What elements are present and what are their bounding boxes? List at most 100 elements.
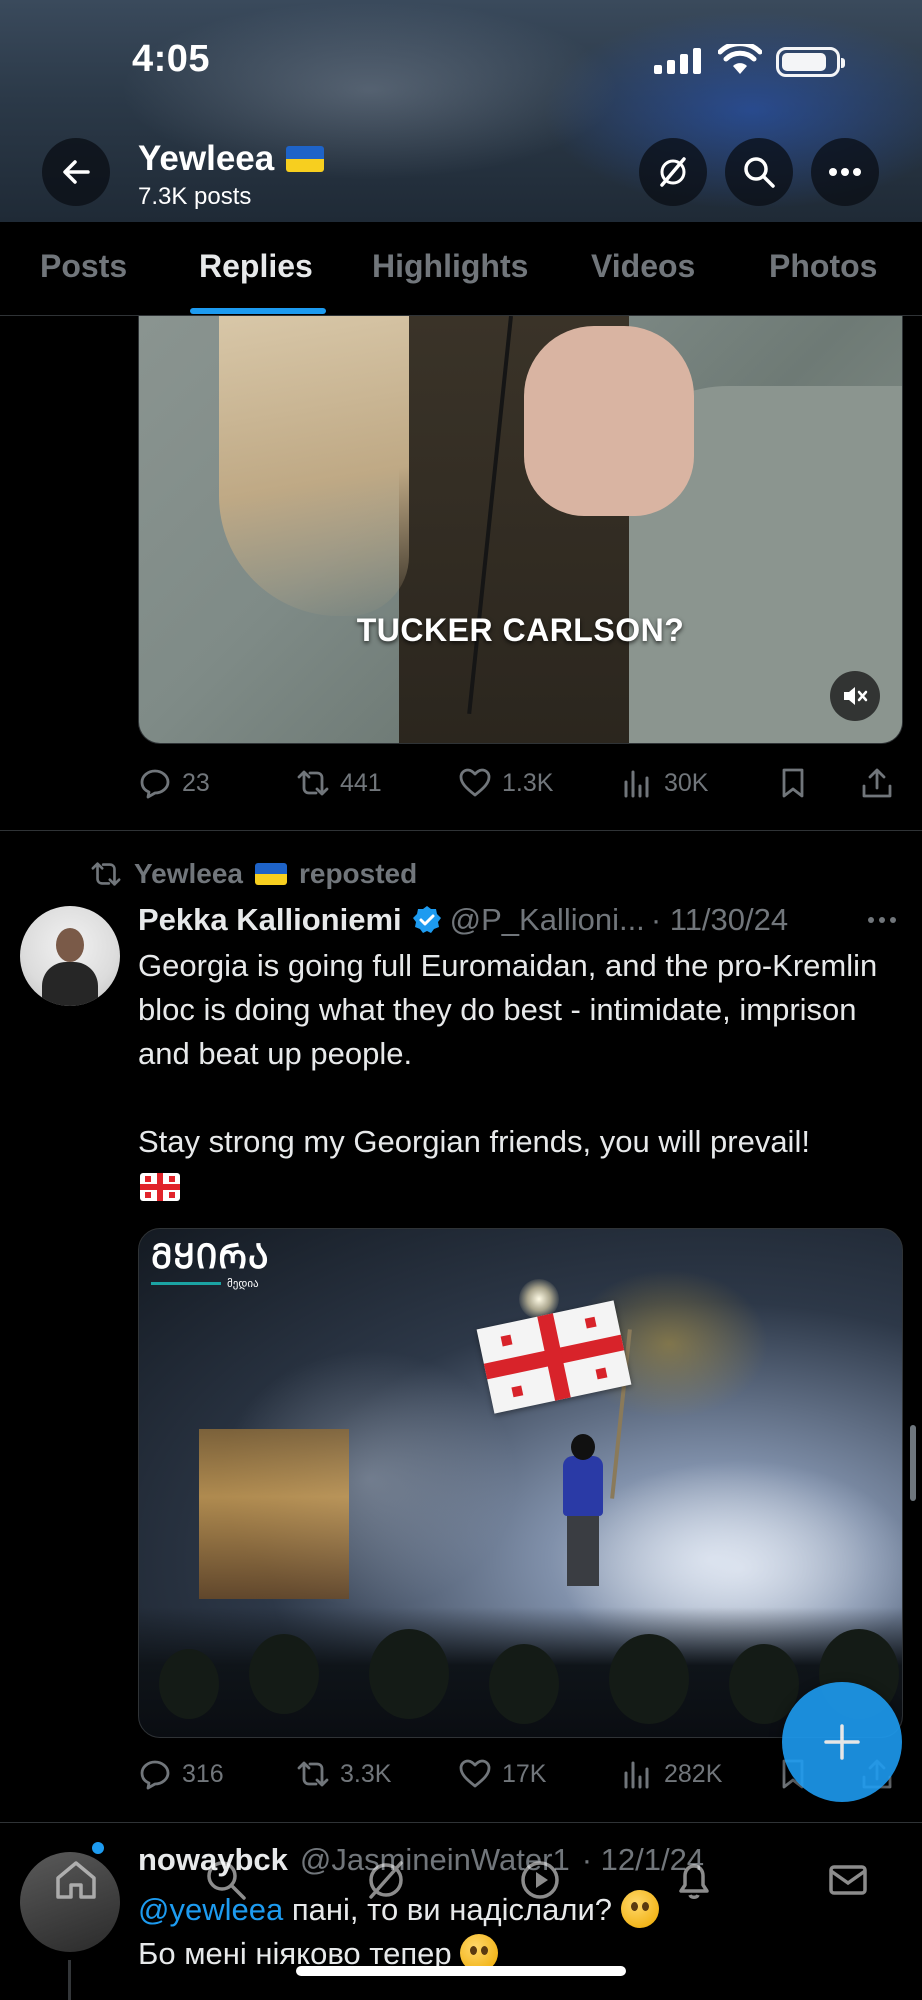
status-time: 4:05 bbox=[132, 38, 211, 80]
repost-icon bbox=[91, 862, 121, 886]
post1-bookmark-button[interactable] bbox=[776, 759, 810, 807]
tab-photos[interactable]: Photos bbox=[769, 248, 877, 285]
profile-posts-count: 7.3K posts bbox=[138, 183, 252, 210]
post2-reply-button[interactable]: 316 bbox=[138, 1750, 224, 1798]
scrollbar[interactable] bbox=[910, 1425, 916, 1501]
nav-home[interactable] bbox=[46, 1850, 106, 1910]
tab-replies[interactable]: Replies bbox=[199, 248, 313, 285]
nav-messages[interactable] bbox=[818, 1850, 878, 1910]
wifi-icon bbox=[718, 44, 762, 74]
post1-views-count: 30K bbox=[664, 768, 709, 797]
post1-reply-count: 23 bbox=[182, 768, 210, 797]
home-indicator bbox=[296, 1966, 626, 1976]
post1-actions: 23 441 1.3K 30K bbox=[138, 759, 903, 807]
post1-repost-button[interactable]: 441 bbox=[296, 759, 382, 807]
post2-reply-count: 316 bbox=[182, 1759, 224, 1788]
post1-like-button[interactable]: 1.3K bbox=[458, 759, 553, 807]
post2-image[interactable]: ᲛᲧᲘᲠᲐ მედია bbox=[138, 1228, 903, 1738]
ukraine-flag-icon bbox=[286, 146, 325, 172]
compose-button[interactable] bbox=[782, 1682, 902, 1802]
repost-indicator[interactable]: Yewleea reposted bbox=[90, 858, 417, 890]
post1-share-button[interactable] bbox=[860, 759, 894, 807]
grok-nav-icon bbox=[369, 1861, 403, 1899]
profile-name-text: Yewleea bbox=[138, 139, 275, 178]
tab-posts[interactable]: Posts bbox=[40, 248, 127, 285]
signal-icon bbox=[654, 48, 701, 74]
nav-grok[interactable] bbox=[356, 1850, 416, 1910]
grok-icon bbox=[660, 157, 686, 187]
explore-icon bbox=[207, 1861, 246, 1900]
post2-handle[interactable]: @P_Kallioni... bbox=[450, 902, 645, 938]
search-button[interactable] bbox=[725, 138, 793, 206]
home-icon bbox=[56, 1861, 96, 1899]
post1-reply-button[interactable]: 23 bbox=[138, 759, 210, 807]
video-frame-hair bbox=[219, 316, 409, 616]
repost-user: Yewleea bbox=[134, 858, 243, 889]
post2-text-p1: Georgia is going full Euromaidan, and th… bbox=[138, 948, 878, 1071]
post2-more-button[interactable] bbox=[860, 898, 904, 942]
post2-repost-button[interactable]: 3.3K bbox=[296, 1750, 391, 1798]
post-divider bbox=[0, 830, 922, 831]
video-frame-hand bbox=[524, 326, 694, 516]
active-tab-indicator bbox=[190, 308, 326, 314]
media-logo-sub: მედია bbox=[227, 1278, 259, 1290]
views-icon bbox=[624, 770, 649, 798]
repost-icon bbox=[297, 1761, 329, 1787]
post2-date: · 11/30/24 bbox=[650, 902, 789, 937]
bottom-navigation bbox=[0, 1830, 922, 1930]
post2-views-count: 282K bbox=[664, 1759, 723, 1788]
post1-like-count: 1.3K bbox=[502, 768, 554, 797]
battery-icon bbox=[776, 47, 845, 77]
nav-explore[interactable] bbox=[196, 1850, 256, 1910]
reply-icon bbox=[140, 769, 170, 799]
post2-like-button[interactable]: 17K bbox=[458, 1750, 546, 1798]
tab-highlights[interactable]: Highlights bbox=[372, 248, 528, 285]
back-arrow-icon bbox=[63, 160, 90, 184]
post2-repost-count: 3.3K bbox=[340, 1759, 392, 1788]
mute-button[interactable] bbox=[830, 671, 880, 721]
nav-notifications[interactable] bbox=[664, 1850, 724, 1910]
post2-author[interactable]: Pekka Kallioniemi bbox=[138, 902, 402, 938]
status-bar: 4:05 bbox=[0, 0, 922, 120]
more-options-button[interactable] bbox=[811, 138, 879, 206]
video-icon bbox=[521, 1861, 559, 1899]
more-icon bbox=[829, 168, 861, 176]
profile-tabs: Posts Replies Highlights Videos Photos bbox=[0, 222, 922, 316]
repost-suffix: reposted bbox=[298, 858, 418, 889]
repost-icon bbox=[297, 770, 329, 796]
post1-views-button[interactable]: 30K bbox=[620, 759, 708, 807]
post2-views-button[interactable]: 282K bbox=[620, 1750, 722, 1798]
bookmark-icon bbox=[782, 768, 804, 798]
post2-like-count: 17K bbox=[502, 1759, 547, 1788]
georgia-flag-icon bbox=[140, 1173, 180, 1206]
share-icon bbox=[862, 768, 892, 798]
post1-video[interactable]: TUCKER CARLSON? bbox=[138, 316, 903, 744]
avatar[interactable] bbox=[20, 906, 120, 1006]
views-icon bbox=[624, 1761, 649, 1789]
more-icon bbox=[868, 917, 896, 923]
post2-text: Georgia is going full Euromaidan, and th… bbox=[138, 944, 903, 1208]
notifications-icon bbox=[679, 1864, 709, 1899]
like-icon bbox=[459, 1759, 491, 1788]
profile-name: Yewleea bbox=[138, 139, 325, 179]
profile-header: 4:05 Yewleea 7.3K posts bbox=[0, 0, 922, 222]
tab-videos[interactable]: Videos bbox=[591, 248, 695, 285]
reply-icon bbox=[140, 1760, 170, 1790]
grok-button[interactable] bbox=[639, 138, 707, 206]
compose-icon bbox=[824, 1724, 860, 1760]
messages-icon bbox=[829, 1865, 867, 1895]
media-logo: ᲛᲧᲘᲠᲐ მედია bbox=[151, 1239, 270, 1290]
video-caption: TUCKER CARLSON? bbox=[356, 612, 685, 648]
nav-video[interactable] bbox=[510, 1850, 570, 1910]
notification-dot bbox=[92, 1842, 104, 1854]
mute-icon bbox=[844, 687, 868, 705]
ukraine-flag-icon bbox=[254, 863, 287, 885]
post1-repost-count: 441 bbox=[340, 768, 382, 797]
protester-figure bbox=[557, 1434, 607, 1586]
like-icon bbox=[459, 768, 491, 797]
search-icon bbox=[744, 157, 775, 188]
thread-line bbox=[68, 1960, 71, 2000]
back-button[interactable] bbox=[42, 138, 110, 206]
media-logo-text: ᲛᲧᲘᲠᲐ bbox=[151, 1238, 270, 1276]
post2-text-p2: Stay strong my Georgian friends, you wil… bbox=[138, 1124, 810, 1159]
